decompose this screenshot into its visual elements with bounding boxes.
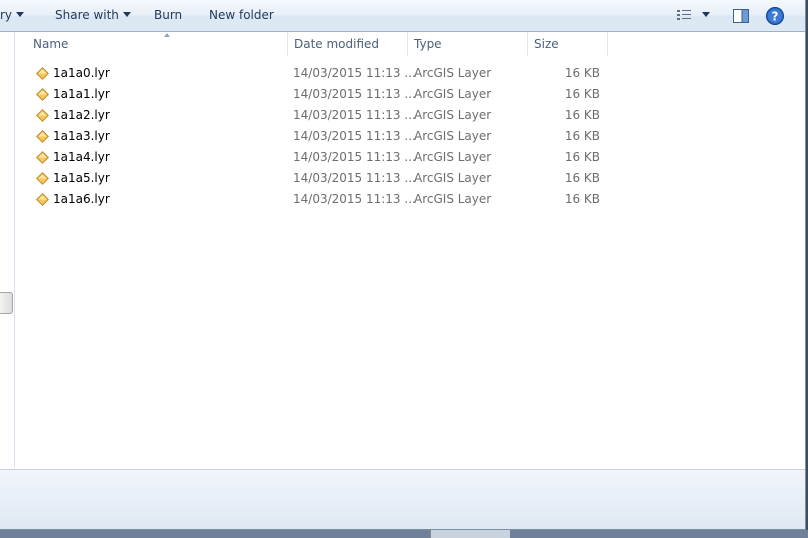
- svg-text:?: ?: [772, 10, 779, 24]
- command-bar: ry Share with Burn New folder ?: [0, 0, 805, 32]
- file-row[interactable]: 1a1a6.lyr 14/03/2015 11:13 ... ArcGIS Laye…: [33, 189, 613, 210]
- column-header-date-label: Date modified: [294, 37, 380, 51]
- file-row[interactable]: 1a1a0.lyr 14/03/2015 11:13 ... ArcGIS Laye…: [33, 63, 613, 84]
- file-date-modified: 14/03/2015 11:13 ...: [293, 192, 416, 206]
- help-icon: ?: [766, 7, 784, 25]
- help-button[interactable]: ?: [765, 0, 785, 31]
- file-name: 1a1a1.lyr: [53, 87, 110, 101]
- arcgis-layer-icon: [36, 67, 49, 80]
- file-date-modified: 14/03/2015 11:13 ...: [293, 108, 416, 122]
- sort-ascending-icon: [164, 33, 170, 37]
- file-date-modified: 14/03/2015 11:13 ...: [293, 171, 416, 185]
- file-list[interactable]: Name Date modified Type Size 1a1a0.lyr 14…: [16, 32, 805, 468]
- arcgis-layer-icon: [36, 193, 49, 206]
- background-window-fragment: [430, 530, 510, 538]
- file-name: 1a1a2.lyr: [53, 108, 110, 122]
- file-row[interactable]: 1a1a1.lyr 14/03/2015 11:13 ... ArcGIS Laye…: [33, 84, 613, 105]
- preview-pane-button[interactable]: [731, 0, 751, 31]
- file-date-modified: 14/03/2015 11:13 ...: [293, 87, 416, 101]
- library-menu-button[interactable]: ry: [0, 0, 25, 31]
- file-name: 1a1a6.lyr: [53, 192, 110, 206]
- column-header-size[interactable]: Size: [528, 32, 608, 56]
- view-dropdown-button[interactable]: [700, 0, 712, 31]
- file-date-modified: 14/03/2015 11:13 ...: [293, 129, 416, 143]
- file-size: 16 KB: [564, 150, 600, 164]
- view-options-icon: [677, 10, 691, 20]
- file-name: 1a1a5.lyr: [53, 171, 110, 185]
- arcgis-layer-icon: [36, 151, 49, 164]
- chevron-down-icon: [702, 12, 710, 17]
- arcgis-layer-icon: [36, 172, 49, 185]
- file-name: 1a1a0.lyr: [53, 66, 110, 80]
- arcgis-layer-icon: [36, 130, 49, 143]
- column-header-name[interactable]: Name: [27, 32, 288, 56]
- file-type: ArcGIS Layer: [414, 171, 492, 185]
- file-type: ArcGIS Layer: [414, 192, 492, 206]
- chevron-down-icon: [16, 12, 25, 17]
- file-date-modified: 14/03/2015 11:13 ...: [293, 150, 416, 164]
- file-type: ArcGIS Layer: [414, 129, 492, 143]
- file-size: 16 KB: [564, 87, 600, 101]
- new-folder-label: New folder: [209, 8, 274, 22]
- file-size: 16 KB: [564, 129, 600, 143]
- file-row[interactable]: 1a1a3.lyr 14/03/2015 11:13 ... ArcGIS Laye…: [33, 126, 613, 147]
- arcgis-layer-icon: [36, 109, 49, 122]
- share-with-button[interactable]: Share with: [55, 0, 131, 31]
- file-type: ArcGIS Layer: [414, 66, 492, 80]
- file-size: 16 KB: [564, 108, 600, 122]
- burn-label: Burn: [154, 8, 183, 22]
- new-folder-button[interactable]: New folder: [209, 0, 274, 31]
- navigation-pane[interactable]: [0, 32, 15, 468]
- file-name: 1a1a3.lyr: [53, 129, 110, 143]
- file-size: 16 KB: [564, 171, 600, 185]
- file-row[interactable]: 1a1a4.lyr 14/03/2015 11:13 ... ArcGIS Laye…: [33, 147, 613, 168]
- desktop-background: [0, 530, 808, 538]
- library-menu-label: ry: [0, 8, 13, 22]
- column-header-type[interactable]: Type: [408, 32, 528, 56]
- arcgis-layer-icon: [36, 88, 49, 101]
- preview-pane-icon: [733, 9, 749, 23]
- file-type: ArcGIS Layer: [414, 108, 492, 122]
- file-size: 16 KB: [564, 192, 600, 206]
- file-size: 16 KB: [564, 66, 600, 80]
- explorer-window: ry Share with Burn New folder ? Name Dat…: [0, 0, 806, 530]
- chevron-down-icon: [122, 12, 131, 17]
- navigation-scroll-thumb[interactable]: [0, 292, 13, 314]
- burn-button[interactable]: Burn: [154, 0, 182, 31]
- file-row[interactable]: 1a1a2.lyr 14/03/2015 11:13 ... ArcGIS Laye…: [33, 105, 613, 126]
- file-type: ArcGIS Layer: [414, 87, 492, 101]
- column-header-date-modified[interactable]: Date modified: [288, 32, 408, 56]
- file-type: ArcGIS Layer: [414, 150, 492, 164]
- column-header-type-label: Type: [414, 37, 442, 51]
- share-with-label: Share with: [55, 8, 119, 22]
- file-date-modified: 14/03/2015 11:13 ...: [293, 66, 416, 80]
- column-header-size-label: Size: [534, 37, 559, 51]
- change-view-button[interactable]: [676, 0, 696, 31]
- details-pane: [0, 469, 805, 529]
- file-row[interactable]: 1a1a5.lyr 14/03/2015 11:13 ... ArcGIS Laye…: [33, 168, 613, 189]
- file-name: 1a1a4.lyr: [53, 150, 110, 164]
- column-header-name-label: Name: [33, 37, 69, 51]
